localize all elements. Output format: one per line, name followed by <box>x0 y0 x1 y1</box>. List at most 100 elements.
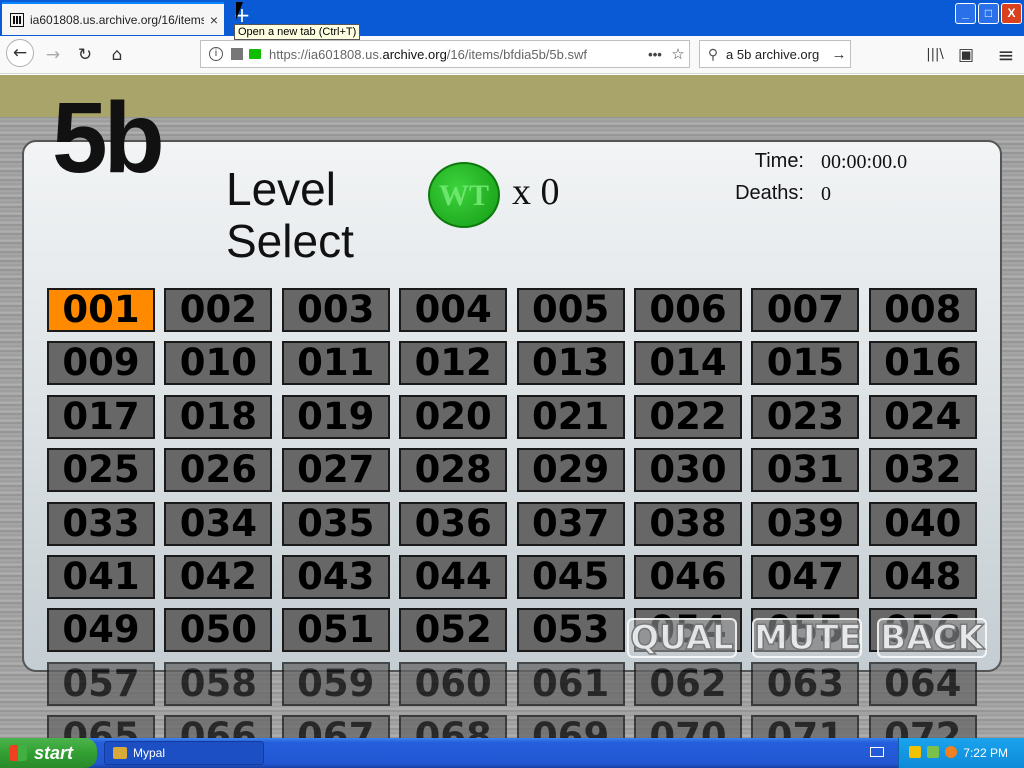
level-button-011[interactable]: 011 <box>281 341 390 386</box>
level-button-035[interactable]: 035 <box>281 501 390 546</box>
level-button-063[interactable]: 063 <box>751 661 860 706</box>
page-actions-icon[interactable]: ••• <box>643 47 667 62</box>
level-button-007[interactable]: 007 <box>751 288 860 332</box>
site-info-icon[interactable]: i <box>209 47 223 61</box>
level-button-017[interactable]: 017 <box>47 394 155 439</box>
level-button-053[interactable]: 053 <box>516 608 625 653</box>
level-button-043[interactable]: 043 <box>281 555 390 599</box>
search-go-icon[interactable]: → <box>828 46 850 63</box>
level-button-037[interactable]: 037 <box>516 501 625 546</box>
maximize-button[interactable]: □ <box>978 3 999 24</box>
level-button-044[interactable]: 044 <box>399 555 508 599</box>
back-button-game[interactable]: BACK <box>877 618 987 658</box>
level-button-045[interactable]: 045 <box>516 555 625 599</box>
network-icon[interactable] <box>927 746 939 758</box>
level-button-052[interactable]: 052 <box>399 608 508 653</box>
level-button-032[interactable]: 032 <box>868 448 977 493</box>
tab-close-icon[interactable]: × <box>204 12 224 28</box>
level-button-016[interactable]: 016 <box>868 341 977 386</box>
level-button-042[interactable]: 042 <box>164 555 273 599</box>
level-button-002[interactable]: 002 <box>164 288 273 332</box>
back-button[interactable]: ← <box>6 39 34 67</box>
level-button-060[interactable]: 060 <box>399 661 508 706</box>
level-button-018[interactable]: 018 <box>164 394 273 439</box>
level-button-047[interactable]: 047 <box>751 555 860 599</box>
minimize-button[interactable]: _ <box>955 3 976 24</box>
windows-flag-icon <box>9 745 27 761</box>
level-button-059[interactable]: 059 <box>281 661 390 706</box>
level-button-019[interactable]: 019 <box>281 394 390 439</box>
sidebar-button[interactable]: ▣ <box>953 42 979 68</box>
level-button-062[interactable]: 062 <box>634 661 742 706</box>
system-tray: 7:22 PM <box>898 738 1024 768</box>
search-icon: ⚲ <box>707 45 719 62</box>
level-button-004[interactable]: 004 <box>399 288 508 332</box>
level-button-020[interactable]: 020 <box>399 394 508 439</box>
level-button-015[interactable]: 015 <box>751 341 860 386</box>
level-button-061[interactable]: 061 <box>516 661 625 706</box>
level-button-050[interactable]: 050 <box>164 608 273 653</box>
level-button-001[interactable]: 001 <box>47 288 155 332</box>
browser-tab[interactable]: ia601808.us.archive.org/16/items × <box>2 2 224 35</box>
level-button-012[interactable]: 012 <box>399 341 508 386</box>
level-button-040[interactable]: 040 <box>868 501 977 546</box>
level-button-025[interactable]: 025 <box>47 448 155 493</box>
menu-button[interactable]: ≡ <box>993 42 1019 68</box>
forward-button[interactable]: → <box>40 42 66 68</box>
level-button-038[interactable]: 038 <box>634 501 742 546</box>
level-button-013[interactable]: 013 <box>516 341 625 386</box>
level-button-049[interactable]: 049 <box>47 608 155 653</box>
level-button-058[interactable]: 058 <box>164 661 273 706</box>
time-value: 00:00:00.0 <box>821 151 908 173</box>
mute-button[interactable]: MUTE <box>752 618 863 658</box>
game-title: 5b <box>52 82 165 194</box>
level-button-057[interactable]: 057 <box>47 661 155 706</box>
level-button-024[interactable]: 024 <box>868 394 977 439</box>
level-button-051[interactable]: 051 <box>281 608 390 653</box>
url-text[interactable]: https://ia601808.us.archive.org/16/items… <box>269 47 643 62</box>
level-button-022[interactable]: 022 <box>634 394 742 439</box>
search-bar[interactable]: ⚲ a 5b archive.org → <box>699 40 851 68</box>
secure-lock-icon[interactable] <box>249 49 261 59</box>
start-button[interactable]: start <box>0 738 97 768</box>
tab-title: ia601808.us.archive.org/16/items <box>30 12 204 27</box>
level-button-030[interactable]: 030 <box>634 448 742 493</box>
level-button-033[interactable]: 033 <box>47 501 155 546</box>
level-button-010[interactable]: 010 <box>164 341 273 386</box>
level-button-021[interactable]: 021 <box>516 394 625 439</box>
home-button[interactable]: ⌂ <box>104 42 130 68</box>
close-window-button[interactable]: X <box>1001 3 1022 24</box>
level-button-026[interactable]: 026 <box>164 448 273 493</box>
level-button-029[interactable]: 029 <box>516 448 625 493</box>
quality-button[interactable]: QUAL <box>627 618 737 658</box>
level-button-041[interactable]: 041 <box>47 555 155 599</box>
level-button-028[interactable]: 028 <box>399 448 508 493</box>
level-button-023[interactable]: 023 <box>751 394 860 439</box>
level-button-014[interactable]: 014 <box>634 341 742 386</box>
level-button-005[interactable]: 005 <box>516 288 625 332</box>
level-button-048[interactable]: 048 <box>868 555 977 599</box>
level-button-008[interactable]: 008 <box>868 288 977 332</box>
level-button-006[interactable]: 006 <box>634 288 742 332</box>
level-button-064[interactable]: 064 <box>868 661 977 706</box>
level-button-009[interactable]: 009 <box>47 341 155 386</box>
search-tray-icon[interactable] <box>945 746 957 758</box>
deaths-label: Deaths: <box>735 182 804 204</box>
level-select-heading: Level Select <box>226 163 354 267</box>
reload-button[interactable]: ↻ <box>72 42 98 68</box>
level-button-039[interactable]: 039 <box>751 501 860 546</box>
bookmark-star-icon[interactable]: ☆ <box>667 45 689 63</box>
level-button-034[interactable]: 034 <box>164 501 273 546</box>
library-button[interactable]: |||\ <box>922 42 948 68</box>
keyboard-layout-icon[interactable] <box>870 747 884 757</box>
level-button-027[interactable]: 027 <box>281 448 390 493</box>
level-button-003[interactable]: 003 <box>281 288 390 332</box>
level-button-036[interactable]: 036 <box>399 501 508 546</box>
taskbar-window-item[interactable]: Mypal <box>104 741 264 765</box>
page-document-icon <box>231 48 243 60</box>
url-bar[interactable]: i https://ia601808.us.archive.org/16/ite… <box>200 40 690 68</box>
security-shield-icon[interactable] <box>909 746 921 758</box>
search-input[interactable]: a 5b archive.org <box>726 47 828 62</box>
level-button-046[interactable]: 046 <box>634 555 742 599</box>
level-button-031[interactable]: 031 <box>751 448 860 493</box>
